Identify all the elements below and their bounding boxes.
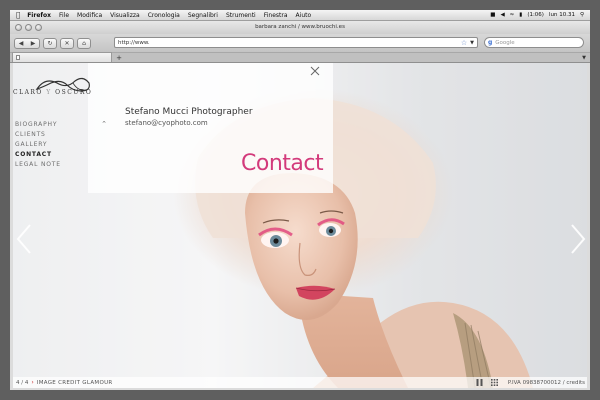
- logo-wordmark[interactable]: CLARO Y OSCURO: [13, 89, 109, 96]
- window-titlebar: barbara zanchi / www.bruochi.es: [10, 21, 590, 34]
- bookmark-star-icon[interactable]: ☆: [461, 39, 467, 47]
- reload-button[interactable]: ↻: [43, 37, 57, 49]
- home-button[interactable]: ⌂: [77, 37, 91, 49]
- back-button[interactable]: ◀: [19, 40, 24, 47]
- stop-button[interactable]: ✕: [60, 37, 74, 49]
- contact-heading: Contact: [241, 151, 324, 176]
- volume-icon[interactable]: ◀: [500, 12, 504, 18]
- tab-current[interactable]: [12, 52, 112, 62]
- new-tab-button[interactable]: +: [114, 53, 124, 62]
- nav-item-gallery[interactable]: GALLERY: [15, 140, 105, 150]
- page-icon: [16, 55, 20, 60]
- pause-icon[interactable]: [476, 379, 483, 386]
- spaces-icon[interactable]: ■: [490, 12, 495, 18]
- menu-strumenti[interactable]: Strumenti: [226, 12, 256, 19]
- battery-text: (1:06): [527, 12, 544, 18]
- nav-collapse-chevron-icon[interactable]: ⌃: [101, 120, 107, 128]
- tab-list-icon[interactable]: ▼: [582, 55, 586, 61]
- contact-email-link[interactable]: stefano@cyophoto.com: [125, 119, 208, 127]
- window-title: barbara zanchi / www.bruochi.es: [255, 24, 345, 30]
- close-icon[interactable]: [309, 65, 321, 77]
- spotlight-icon[interactable]: ⚲: [580, 12, 584, 18]
- wifi-icon[interactable]: ≈: [510, 12, 515, 18]
- previous-arrow-icon[interactable]: [15, 223, 33, 255]
- forward-button[interactable]: ▶: [31, 40, 36, 47]
- google-icon[interactable]: g: [488, 39, 492, 46]
- footer-separator: ›: [31, 379, 34, 386]
- vat-credits-link[interactable]: P.IVA 09838700012 / credits: [508, 380, 585, 386]
- nav-item-legal-note[interactable]: LEGAL NOTE: [15, 160, 105, 170]
- nav-item-biography[interactable]: BIOGRAPHY: [15, 120, 105, 130]
- menu-file[interactable]: File: [59, 12, 69, 19]
- logo-word-oscuro: OSCURO: [55, 89, 93, 96]
- image-counter: 4 / 4: [16, 379, 29, 386]
- menu-segnalibri[interactable]: Segnalibri: [188, 12, 218, 19]
- url-dropdown-icon[interactable]: ▼: [470, 40, 474, 46]
- menu-aiuto[interactable]: Aiuto: [296, 12, 312, 19]
- url-text: http://www.: [118, 39, 150, 46]
- search-placeholder: Google: [495, 39, 515, 46]
- apple-icon[interactable]: : [16, 11, 20, 19]
- menu-cronologia[interactable]: Cronologia: [148, 12, 180, 19]
- nav-item-clients[interactable]: CLIENTS: [15, 130, 105, 140]
- battery-icon[interactable]: ▮: [519, 12, 522, 18]
- screen:  Firefox File Modifica Visualizza Crono…: [10, 10, 590, 390]
- url-field[interactable]: http://www. ☆ ▼: [114, 37, 478, 48]
- menu-finestra[interactable]: Finestra: [264, 12, 288, 19]
- contact-name: Stefano Mucci Photographer: [125, 107, 253, 117]
- menu-visualizza[interactable]: Visualizza: [110, 12, 140, 19]
- mac-menubar:  Firefox File Modifica Visualizza Crono…: [10, 10, 590, 21]
- logo-word-claro: CLARO: [13, 89, 43, 96]
- clock[interactable]: lun 10.31: [549, 12, 575, 18]
- back-forward-buttons: ◀ ▶: [14, 37, 40, 49]
- page-viewport: CLARO Y OSCURO ⌃ BIOGRAPHY CLIENTS GALLE…: [13, 63, 587, 388]
- search-field[interactable]: g Google: [484, 37, 584, 48]
- nav-item-contact[interactable]: CONTACT: [15, 150, 105, 160]
- menu-firefox[interactable]: Firefox: [27, 12, 51, 19]
- browser-toolbar: ◀ ▶ ↻ ✕ ⌂ http://www. ☆ ▼ g Google: [10, 34, 590, 52]
- grid-icon[interactable]: [490, 379, 498, 386]
- logo-mark-icon[interactable]: [17, 73, 107, 101]
- next-arrow-icon[interactable]: [569, 223, 587, 255]
- tab-bar: + ▼: [10, 52, 590, 63]
- page-footer: 4 / 4 › IMAGE CREDIT GLAMOUR P.IVA 09838…: [13, 377, 587, 388]
- image-credit: IMAGE CREDIT GLAMOUR: [36, 379, 113, 386]
- site-navigation: ⌃ BIOGRAPHY CLIENTS GALLERY CONTACT LEGA…: [15, 120, 107, 170]
- logo-word-y: Y: [46, 89, 52, 96]
- menu-modifica[interactable]: Modifica: [77, 12, 102, 19]
- menubar-status: ■ ◀ ≈ ▮ (1:06) lun 10.31 ⚲: [490, 12, 590, 18]
